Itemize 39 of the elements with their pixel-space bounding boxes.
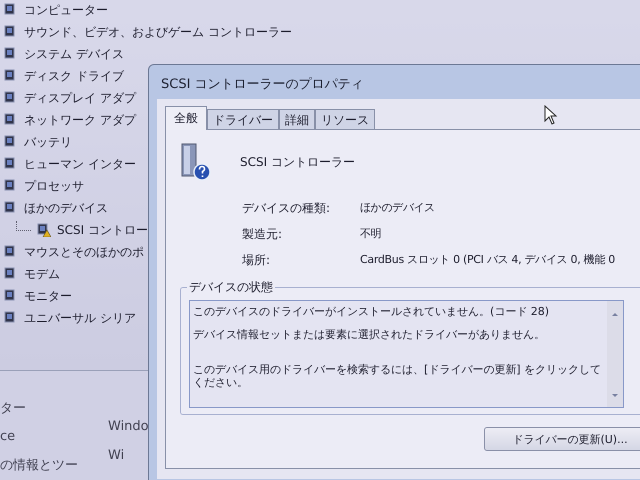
status-text: このデバイス用のドライバーを検索するには、[ドライバーの更新] をクリックしてください。	[193, 363, 602, 389]
property-value: 不明	[360, 226, 382, 242]
tree-item[interactable]: バッテリ	[24, 134, 72, 150]
tab[interactable]: 詳細	[279, 109, 315, 129]
tree-item[interactable]: SCSI コントロー	[57, 222, 148, 238]
tree-item[interactable]: ヒューマン インター	[24, 156, 136, 172]
tree-item[interactable]: モデム	[24, 266, 60, 282]
update-driver-button[interactable]: ドライバーの更新(U)...	[484, 427, 640, 451]
status-text: このデバイスのドライバーがインストールされていません。(コード 28)	[193, 305, 550, 318]
tree-item[interactable]: コンピューター	[24, 2, 108, 18]
panel-text: ce	[0, 429, 16, 444]
device-name: SCSI コントローラー	[240, 154, 355, 170]
tab[interactable]: ドライバー	[207, 109, 279, 129]
mouse-pointer-icon	[544, 105, 558, 125]
window-title: SCSI コントローラーのプロパティ	[160, 76, 365, 94]
property-label: 製造元:	[242, 226, 284, 243]
tree-item[interactable]: ほかのデバイス	[24, 200, 108, 216]
property-label: 場所:	[242, 252, 272, 269]
tree-item[interactable]: システム デバイス	[24, 46, 124, 62]
tree-item[interactable]: プロセッサ	[24, 178, 84, 194]
tree-item[interactable]: ディスク ドライブ	[24, 68, 124, 84]
unknown-device-icon	[180, 142, 212, 182]
tab[interactable]: 全般	[165, 106, 207, 130]
property-value: CardBus スロット 0 (PCI バス 4, デバイス 0, 機能 0	[360, 252, 616, 268]
panel-text: Wi	[108, 448, 124, 463]
tree-item[interactable]: ユニバーサル シリア	[24, 310, 136, 326]
tree-item[interactable]: モニター	[24, 288, 72, 304]
property-value: ほかのデバイス	[360, 200, 436, 216]
tree-item[interactable]: ネットワーク アダプ	[24, 112, 136, 128]
tree-item[interactable]: ディスプレイ アダプ	[24, 90, 136, 106]
property-label: デバイスの種類:	[242, 200, 332, 217]
tree-item[interactable]: マウスとそのほかのポ	[24, 244, 144, 260]
tab[interactable]: リソース	[315, 109, 375, 129]
status-text: デバイス情報セットまたは要素に選択されたドライバーがありません。	[193, 328, 546, 341]
panel-text: Windo	[108, 419, 149, 434]
panel-text: ター	[0, 400, 27, 417]
panel-text: の情報とツー	[0, 457, 78, 474]
tree-item[interactable]: サウンド、ビデオ、およびゲーム コントローラー	[24, 24, 292, 40]
group-title: デバイスの状態	[187, 279, 275, 296]
